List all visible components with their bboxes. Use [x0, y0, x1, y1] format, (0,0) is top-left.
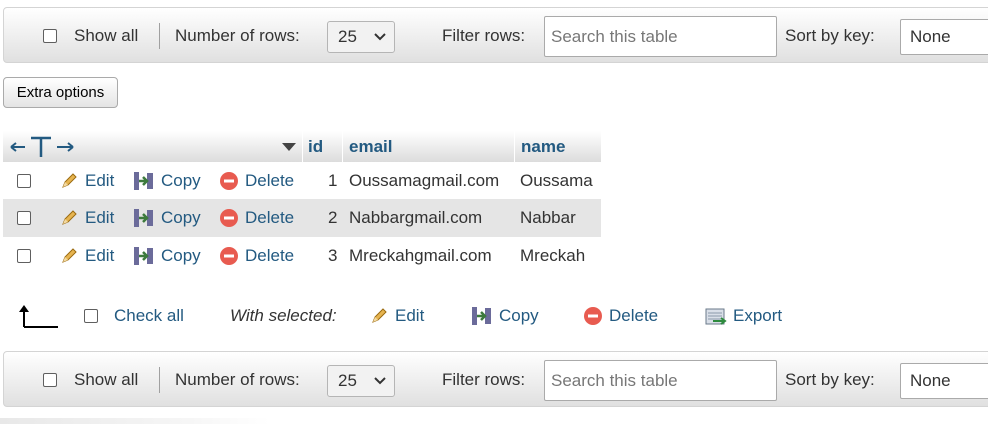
chevron-down-icon [374, 33, 386, 41]
cell-name[interactable]: Mreckah [520, 237, 585, 275]
cell-id[interactable]: 2 [328, 199, 337, 237]
row-select-checkbox[interactable] [17, 162, 31, 200]
column-divider [302, 131, 303, 162]
delete-icon [219, 171, 239, 191]
nav-separator [159, 8, 160, 64]
bulk-delete-label: Delete [609, 306, 659, 325]
show-all-checkbox[interactable] [43, 373, 57, 387]
bulk-edit-label: Edit [395, 306, 425, 325]
bulk-delete-button[interactable]: Delete [583, 297, 658, 335]
check-all-label: Check all [114, 306, 184, 325]
pencil-icon [369, 306, 389, 326]
table-row: Edit Copy Delete 2 Nabbargmail.com Nabba… [3, 199, 601, 237]
delete-icon [219, 246, 239, 266]
table-navigation-bottom: Show all Number of rows: 25 Filter rows:… [3, 351, 988, 407]
table-row: Edit Copy Delete 3 Mreckahgmail.com Mrec… [3, 237, 601, 275]
copy-row-icon [471, 306, 493, 326]
show-all-checkbox[interactable] [43, 29, 57, 43]
column-header-name[interactable]: name [521, 131, 565, 162]
row-copy-link[interactable]: Copy [133, 162, 201, 200]
rows-label: Number of rows: [175, 26, 300, 45]
row-edit-link[interactable]: Edit [59, 199, 114, 237]
edit-label: Edit [85, 208, 115, 227]
cell-email[interactable]: Nabbargmail.com [349, 199, 482, 237]
cell-name[interactable]: Oussama [520, 162, 593, 200]
query-results-operations-edge [0, 418, 270, 424]
row-edit-link[interactable]: Edit [59, 237, 114, 275]
sort-key-value: None [910, 27, 951, 46]
column-header-id[interactable]: id [308, 131, 323, 162]
delete-label: Delete [245, 208, 295, 227]
row-delete-link[interactable]: Delete [219, 162, 294, 200]
show-all-toggle[interactable]: Show all [43, 8, 138, 64]
check-all-checkbox[interactable] [84, 309, 98, 323]
column-divider [514, 131, 515, 162]
rows-per-page-value: 25 [338, 27, 357, 46]
column-divider [342, 131, 343, 162]
bulk-copy-button[interactable]: Copy [471, 297, 539, 335]
cell-name[interactable]: Nabbar [520, 199, 576, 237]
copy-row-icon [133, 246, 155, 266]
show-all-label: Show all [74, 370, 139, 389]
bulk-export-button[interactable]: Export [705, 297, 782, 335]
pencil-icon [59, 246, 79, 266]
row-select-checkbox[interactable] [17, 237, 31, 275]
copy-label: Copy [161, 246, 201, 265]
column-header-email[interactable]: email [349, 131, 392, 162]
bulk-copy-label: Copy [499, 306, 539, 325]
rows-per-page-value: 25 [338, 371, 357, 390]
show-all-label: Show all [74, 26, 139, 45]
rows-per-page-select[interactable]: 25 [327, 365, 395, 397]
sort-label: Sort by key: [785, 370, 875, 389]
check-all-toggle[interactable]: Check all [84, 297, 184, 335]
row-copy-link[interactable]: Copy [133, 237, 201, 275]
edit-label: Edit [85, 171, 115, 190]
filter-rows-input[interactable] [544, 16, 777, 57]
delete-icon [219, 208, 239, 228]
rows-per-page-select[interactable]: 25 [327, 21, 395, 53]
copy-label: Copy [161, 171, 201, 190]
chevron-down-icon [374, 377, 386, 385]
bulk-actions-bar: Check all With selected: Edit Copy Delet… [0, 297, 988, 335]
export-icon [705, 306, 727, 326]
pencil-icon [59, 171, 79, 191]
cell-id[interactable]: 1 [328, 162, 337, 200]
rows-label: Number of rows: [175, 370, 300, 389]
row-copy-link[interactable]: Copy [133, 199, 201, 237]
nav-separator [159, 352, 160, 408]
copy-label: Copy [161, 208, 201, 227]
copy-row-icon [133, 208, 155, 228]
delete-icon [583, 306, 603, 326]
sort-key-select[interactable]: None [900, 19, 988, 55]
row-delete-link[interactable]: Delete [219, 199, 294, 237]
sort-key-value: None [910, 371, 951, 390]
column-options-dropdown-icon[interactable] [282, 131, 296, 162]
table-navigation-top: Show all Number of rows: 25 Filter rows:… [3, 7, 988, 63]
edit-label: Edit [85, 246, 115, 265]
bulk-edit-button[interactable]: Edit [369, 297, 424, 335]
pencil-icon [59, 208, 79, 228]
row-delete-link[interactable]: Delete [219, 237, 294, 275]
delete-label: Delete [245, 171, 295, 190]
extra-options-button[interactable]: Extra options [3, 77, 118, 108]
cell-email[interactable]: Mreckahgmail.com [349, 237, 492, 275]
cell-email[interactable]: Oussamagmail.com [349, 162, 499, 200]
arrow-up-left-icon [18, 297, 60, 335]
sort-label: Sort by key: [785, 26, 875, 45]
sort-key-select[interactable]: None [900, 363, 988, 399]
filter-label: Filter rows: [442, 26, 526, 45]
filter-rows-input[interactable] [544, 360, 777, 401]
bulk-export-label: Export [733, 306, 783, 325]
column-resize-arrows-icon[interactable] [9, 131, 75, 162]
with-selected-label: With selected: [230, 306, 337, 325]
copy-row-icon [133, 171, 155, 191]
row-select-checkbox[interactable] [17, 199, 31, 237]
table-row: Edit Copy Delete 1 Oussamagmail.com Ouss… [3, 162, 601, 200]
delete-label: Delete [245, 246, 295, 265]
row-edit-link[interactable]: Edit [59, 162, 114, 200]
filter-label: Filter rows: [442, 370, 526, 389]
table-header: id email name [3, 131, 601, 162]
cell-id[interactable]: 3 [328, 237, 337, 275]
show-all-toggle[interactable]: Show all [43, 352, 138, 408]
